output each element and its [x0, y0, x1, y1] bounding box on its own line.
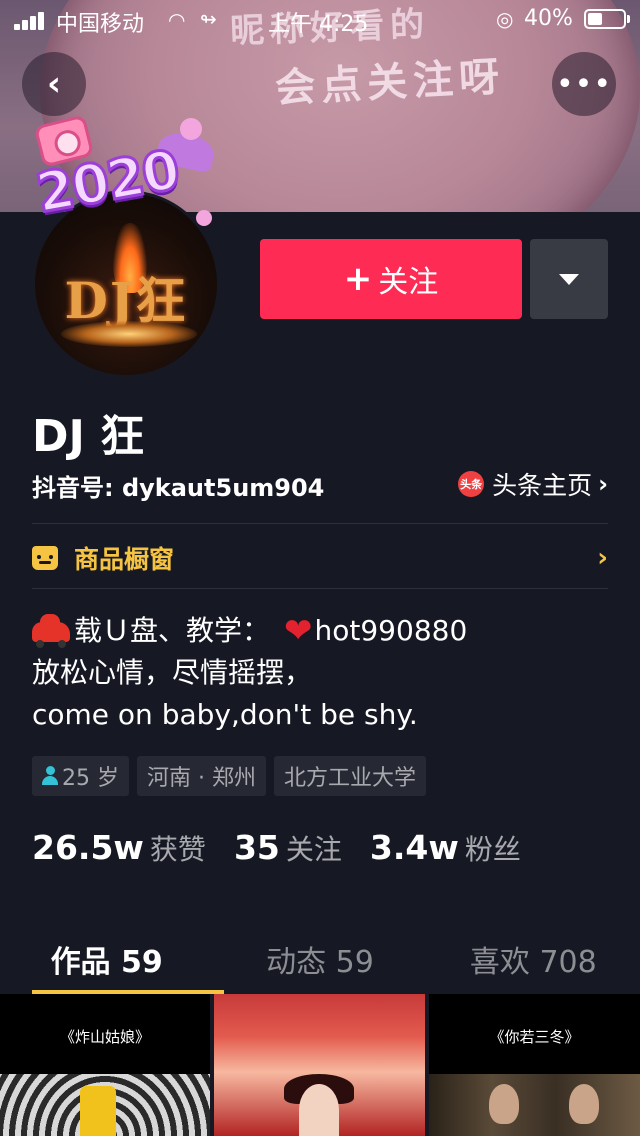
video-thumbnail[interactable]: 《你若三冬》: [429, 994, 640, 1136]
bio-contact: hot990880: [314, 614, 468, 647]
school-label: 北方工业大学: [283, 766, 416, 791]
content-tabs: 作品 59 动态 59 喜欢 708: [0, 924, 640, 994]
balloon-icon: [196, 210, 212, 226]
divider: [32, 523, 608, 524]
person-icon: [42, 766, 58, 786]
status-time: 上午 4:25: [268, 12, 369, 37]
avatar-2020-badge: 2020: [30, 114, 220, 226]
bio-line-2: 放松心情，尽情摇摆，: [32, 656, 313, 689]
avatar-stage-glow: [61, 321, 197, 347]
shop-icon: [32, 546, 58, 570]
chevron-right-icon: ›: [597, 543, 608, 573]
followers-label[interactable]: 粉丝: [465, 828, 521, 868]
chevron-left-icon: ‹: [46, 64, 61, 104]
follow-label: 关注: [378, 265, 439, 300]
location-tag: 河南 · 郑州: [137, 756, 266, 796]
following-label[interactable]: 关注: [286, 828, 342, 868]
video-grid: 《炸山姑娘》 《你若三冬》: [0, 994, 640, 1136]
heart-icon: ❤: [284, 611, 313, 651]
age-tag: 25 岁: [32, 756, 129, 796]
more-button[interactable]: •••: [552, 52, 616, 116]
toutiao-label: 头条主页: [492, 471, 593, 500]
battery-icon: [584, 9, 626, 29]
bio-line-3: come on baby,don't be shy.: [32, 698, 418, 731]
video-thumbnail[interactable]: 《炸山姑娘》: [0, 994, 210, 1136]
video-thumbnail[interactable]: [214, 994, 425, 1136]
douyin-id: 抖音号: dykaut5um904: [32, 474, 325, 502]
bio-text: 载Ｕ盘、教学：: [74, 614, 271, 647]
tab-activity[interactable]: 动态 59: [213, 924, 426, 994]
following-count[interactable]: 35: [234, 828, 280, 867]
back-button[interactable]: ‹: [22, 52, 86, 116]
battery-tip: [627, 15, 630, 23]
profile-tags: 25 岁 河南 · 郑州 北方工业大学: [32, 756, 426, 796]
thumbnail-caption: 《炸山姑娘》: [59, 1028, 150, 1046]
profile-name: DJ 狂: [32, 411, 145, 462]
divider: [32, 588, 608, 589]
signal-icon: [14, 12, 48, 30]
thumbnail-figure: [569, 1084, 599, 1124]
recommend-dropdown-button[interactable]: [530, 239, 608, 319]
carrier-name: 中国移动: [56, 12, 145, 37]
thumbnail-figure: [489, 1084, 519, 1124]
thumbnail-caption: 《你若三冬》: [489, 1028, 580, 1046]
chevron-right-icon: ›: [598, 470, 608, 498]
thumbnail-image: [429, 1074, 640, 1136]
battery-fill: [588, 13, 602, 25]
location-label: 河南 · 郑州: [147, 766, 256, 791]
status-bar: 中国移动 ◠ ↬ 上午 4:25 ◎ 40%: [0, 0, 640, 40]
followers-count[interactable]: 3.4w: [370, 828, 459, 867]
tab-works[interactable]: 作品 59: [0, 924, 213, 994]
banner-text-line2: 会点关注呀: [274, 54, 507, 112]
call-forward-icon: ↬: [200, 7, 217, 31]
follow-button[interactable]: + 关注: [260, 239, 522, 319]
likes-count: 26.5w: [32, 828, 144, 867]
school-tag[interactable]: 北方工业大学: [273, 756, 426, 796]
age-label: 25 岁: [62, 766, 119, 791]
profile-stats: 26.5w 获赞 35 关注 3.4w 粉丝: [32, 828, 549, 868]
tab-likes[interactable]: 喜欢 708: [427, 924, 640, 994]
shop-window-row[interactable]: 商品橱窗 ›: [32, 540, 608, 576]
more-dots-icon: •••: [555, 66, 613, 102]
thumbnail-figure: [299, 1084, 339, 1136]
bio: 载Ｕ盘、教学： ❤hot990880 放松心情，尽情摇摆， come on bab…: [32, 610, 467, 736]
bio-line-1: 载Ｕ盘、教学： ❤hot990880: [32, 610, 467, 652]
likes-label: 获赞: [149, 833, 206, 866]
caret-down-icon: [559, 273, 579, 285]
wifi-icon: ◠: [168, 8, 186, 32]
shop-label: 商品橱窗: [74, 545, 175, 574]
thumbnail-figure: [80, 1086, 116, 1136]
plus-icon: +: [343, 259, 373, 299]
rotation-lock-icon: ◎: [496, 7, 514, 31]
battery-percent: 40%: [524, 6, 573, 31]
balloon-icon: [180, 118, 202, 140]
car-icon: [32, 614, 70, 648]
toutiao-homepage-link[interactable]: 头条 头条主页 ›: [458, 466, 608, 502]
toutiao-icon: 头条: [458, 471, 485, 497]
